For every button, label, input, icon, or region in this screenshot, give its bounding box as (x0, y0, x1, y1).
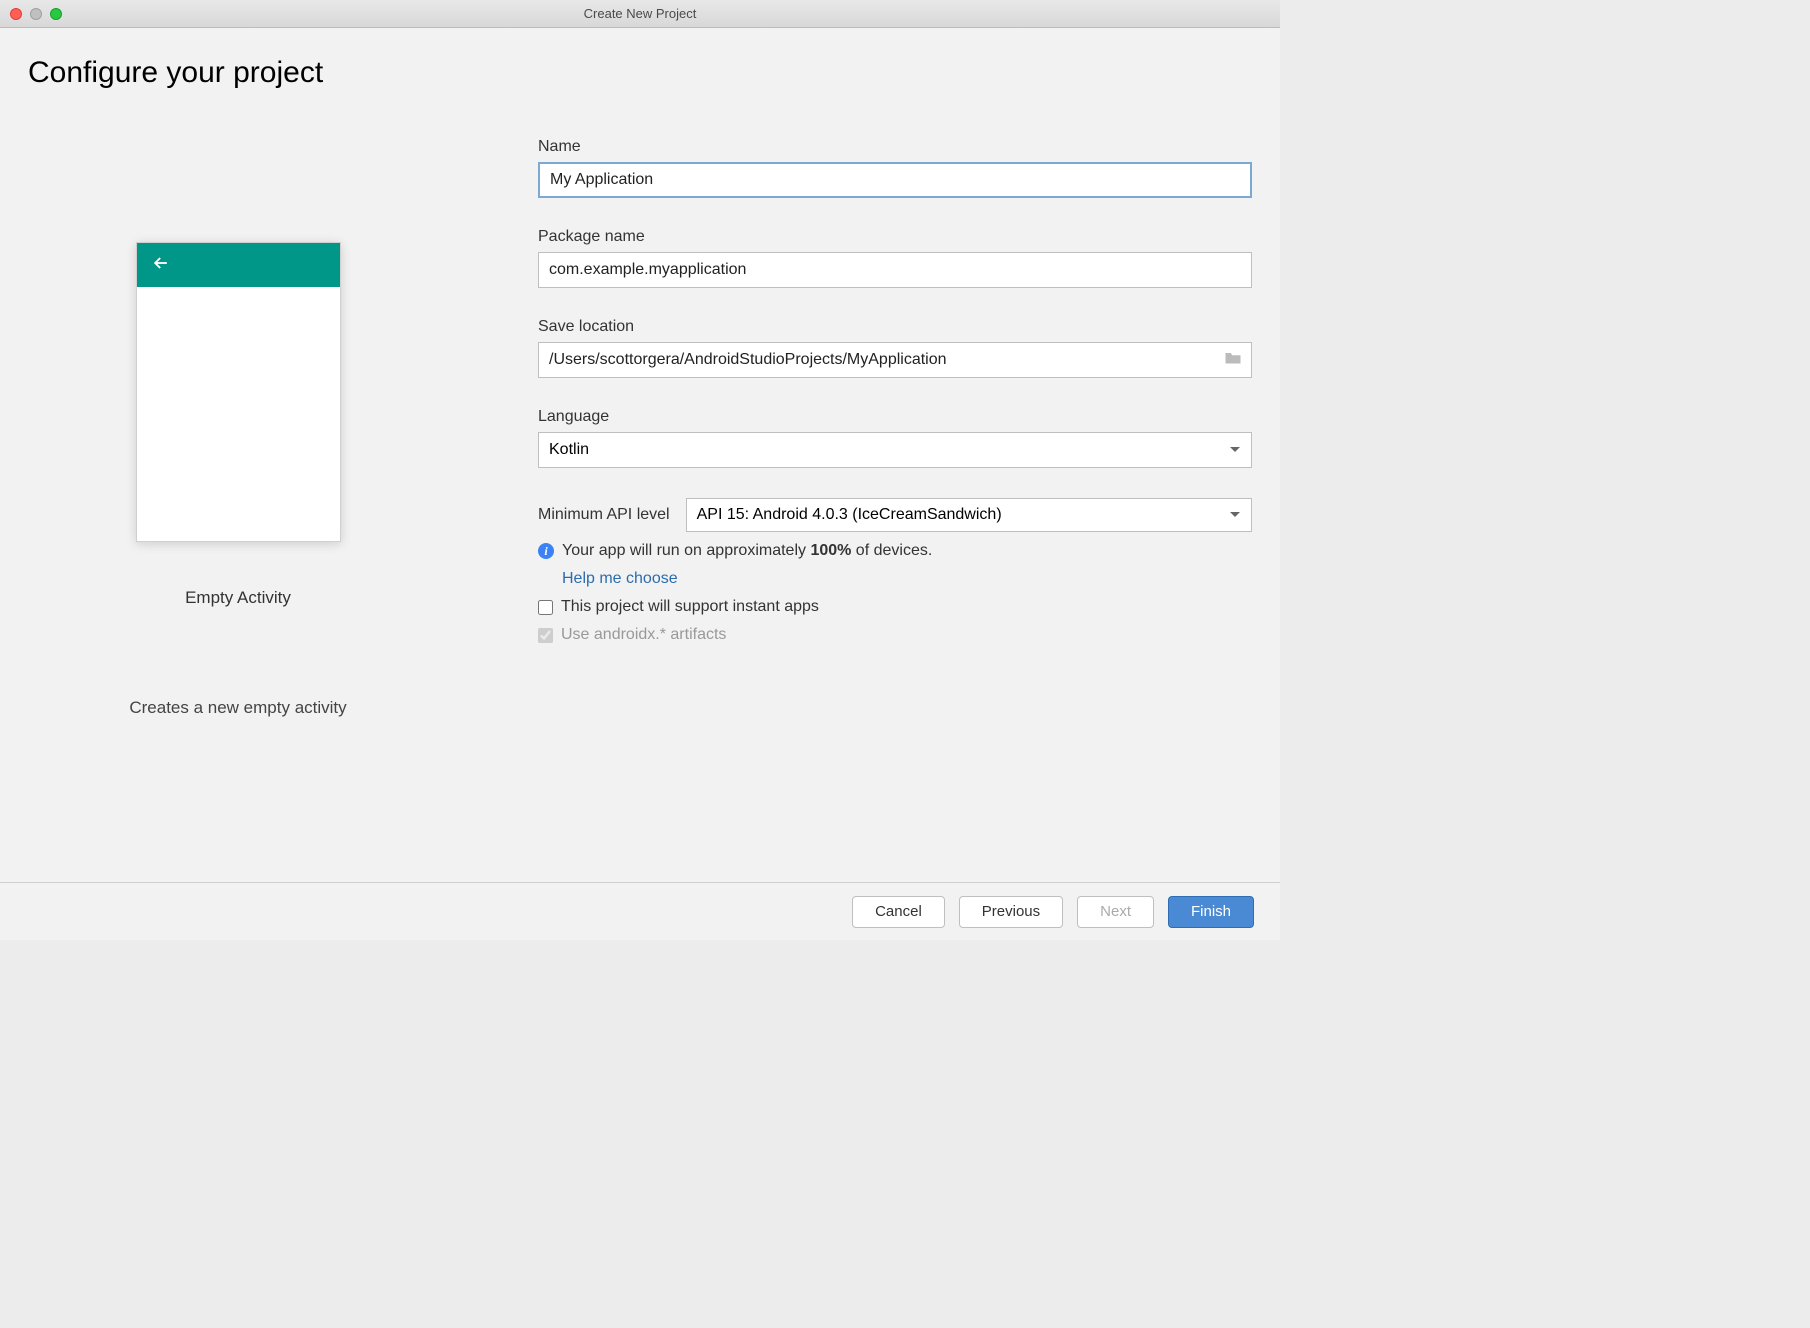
cancel-button[interactable]: Cancel (852, 896, 945, 928)
info-text: Your app will run on approximately 100% … (562, 542, 932, 560)
language-value: Kotlin (549, 441, 589, 459)
language-select[interactable]: Kotlin (538, 432, 1252, 468)
main-row: Empty Activity Creates a new empty activ… (0, 102, 1280, 882)
androidx-label: Use androidx.* artifacts (561, 626, 726, 644)
browse-folder-icon[interactable] (1224, 350, 1242, 371)
package-field-group: Package name (538, 228, 1252, 288)
language-label: Language (538, 408, 1252, 426)
save-location-label: Save location (538, 318, 1252, 336)
page-header: Configure your project (0, 28, 1280, 102)
api-block: Minimum API level API 15: Android 4.0.3 … (538, 498, 1252, 644)
page-title: Configure your project (28, 56, 1252, 90)
button-bar: Cancel Previous Next Finish (0, 882, 1280, 940)
api-level-label: Minimum API level (538, 506, 670, 524)
window-title: Create New Project (0, 6, 1280, 21)
androidx-checkbox (538, 628, 553, 643)
activity-preview (136, 242, 341, 542)
save-location-input[interactable] (538, 342, 1252, 378)
instant-apps-checkbox-row[interactable]: This project will support instant apps (538, 598, 1252, 616)
chevron-down-icon (1229, 506, 1241, 524)
package-label: Package name (538, 228, 1252, 246)
save-location-wrapper (538, 342, 1252, 378)
androidx-checkbox-row: Use androidx.* artifacts (538, 626, 1252, 644)
name-field-group: Name (538, 138, 1252, 198)
chevron-down-icon (1229, 441, 1241, 459)
api-row: Minimum API level API 15: Android 4.0.3 … (538, 498, 1252, 532)
name-input[interactable] (538, 162, 1252, 198)
titlebar: Create New Project (0, 0, 1280, 28)
help-me-choose-link[interactable]: Help me choose (562, 570, 1252, 588)
api-level-value: API 15: Android 4.0.3 (IceCreamSandwich) (697, 506, 1002, 524)
finish-button[interactable]: Finish (1168, 896, 1254, 928)
package-input[interactable] (538, 252, 1252, 288)
api-level-select[interactable]: API 15: Android 4.0.3 (IceCreamSandwich) (686, 498, 1252, 532)
instant-apps-label: This project will support instant apps (561, 598, 819, 616)
info-icon: i (538, 543, 554, 559)
device-coverage-info: i Your app will run on approximately 100… (538, 542, 1252, 560)
preview-label: Empty Activity (185, 588, 291, 608)
name-label: Name (538, 138, 1252, 156)
preview-column: Empty Activity Creates a new empty activ… (28, 102, 448, 862)
language-field-group: Language Kotlin (538, 408, 1252, 468)
next-button: Next (1077, 896, 1154, 928)
instant-apps-checkbox[interactable] (538, 600, 553, 615)
back-arrow-icon (151, 253, 171, 278)
form-column: Name Package name Save location (538, 102, 1252, 862)
preview-description: Creates a new empty activity (129, 698, 346, 718)
content: Configure your project Empty Activity Cr… (0, 28, 1280, 940)
save-location-field-group: Save location (538, 318, 1252, 378)
preview-appbar (137, 243, 340, 287)
previous-button[interactable]: Previous (959, 896, 1063, 928)
